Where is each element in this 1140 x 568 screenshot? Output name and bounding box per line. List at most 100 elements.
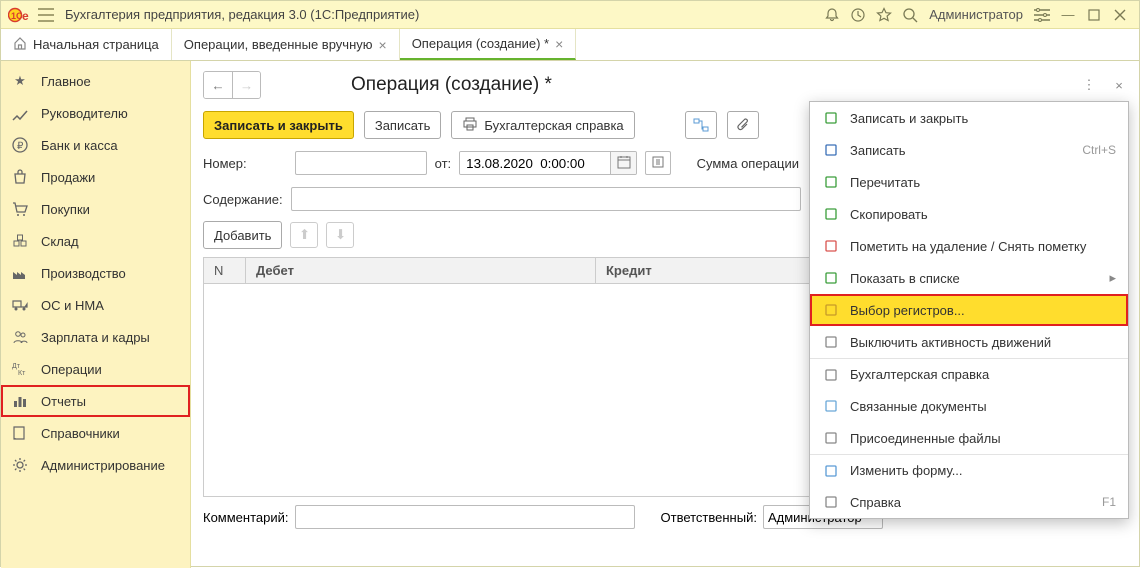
titlebar: е1С Бухгалтерия предприятия, редакция 3.… bbox=[1, 1, 1139, 29]
sum-label: Сумма операции bbox=[697, 156, 799, 171]
book-icon bbox=[11, 424, 29, 442]
date-field-wrap bbox=[459, 151, 637, 175]
print-reference-button[interactable]: Бухгалтерская справка bbox=[451, 111, 634, 139]
sidebar-item-main[interactable]: ★Главное bbox=[1, 65, 190, 97]
maximize-icon[interactable] bbox=[1081, 2, 1107, 28]
save-button[interactable]: Записать bbox=[364, 111, 442, 139]
menu-item-label: Присоединенные файлы bbox=[850, 431, 1001, 446]
settings-icon[interactable] bbox=[1029, 2, 1055, 28]
move-down-button[interactable]: ⬇ bbox=[326, 222, 354, 248]
sidebar-item-bank[interactable]: ₽Банк и касса bbox=[1, 129, 190, 161]
menu-item-icon bbox=[822, 366, 840, 384]
navigation-buttons: ← → bbox=[203, 71, 261, 99]
back-button[interactable]: ← bbox=[204, 72, 232, 98]
truck-icon bbox=[11, 296, 29, 314]
close-window-icon[interactable] bbox=[1107, 2, 1133, 28]
dd-item[interactable]: Присоединенные файлы bbox=[810, 422, 1128, 454]
dd-item[interactable]: Изменить форму... bbox=[810, 454, 1128, 486]
search-icon[interactable] bbox=[897, 2, 923, 28]
col-debit[interactable]: Дебет bbox=[246, 258, 596, 283]
menu-item-label: Показать в списке bbox=[850, 271, 960, 286]
dd-item[interactable]: Бухгалтерская справка bbox=[810, 358, 1128, 390]
forward-button[interactable]: → bbox=[232, 72, 260, 98]
tab-label: Начальная страница bbox=[33, 37, 159, 52]
menu-item-label: Связанные документы bbox=[850, 399, 987, 414]
related-documents-button[interactable] bbox=[685, 111, 717, 139]
sidebar-item-operations[interactable]: ДтКтОперации bbox=[1, 353, 190, 385]
sidebar-item-sales[interactable]: Продажи bbox=[1, 161, 190, 193]
menu-item-icon bbox=[822, 397, 840, 415]
sidebar-item-stock[interactable]: Склад bbox=[1, 225, 190, 257]
save-close-button[interactable]: Записать и закрыть bbox=[203, 111, 354, 139]
sidebar-item-production[interactable]: Производство bbox=[1, 257, 190, 289]
tab-operation-create[interactable]: Операция (создание) * × bbox=[400, 29, 577, 60]
sidebar-item-admin[interactable]: Администрирование bbox=[1, 449, 190, 481]
star-icon[interactable] bbox=[871, 2, 897, 28]
kebab-icon[interactable]: ⋮ bbox=[1079, 75, 1099, 95]
svg-text:Кт: Кт bbox=[18, 370, 26, 377]
sidebar-item-catalogs[interactable]: Справочники bbox=[1, 417, 190, 449]
menu-item-label: Изменить форму... bbox=[850, 463, 963, 478]
attach-button[interactable] bbox=[727, 111, 759, 139]
dd-item[interactable]: Записать и закрыть bbox=[810, 102, 1128, 134]
tab-label: Операции, введенные вручную bbox=[184, 37, 373, 52]
page-title: Операция (создание) * bbox=[351, 74, 552, 96]
menu-item-icon bbox=[822, 237, 840, 255]
sidebar-item-reports[interactable]: Отчеты bbox=[1, 385, 190, 417]
number-input[interactable] bbox=[295, 151, 427, 175]
app-logo: е1С bbox=[7, 5, 33, 25]
tab-label: Операция (создание) * bbox=[412, 36, 549, 51]
content-input[interactable] bbox=[291, 187, 801, 211]
dd-item[interactable]: СправкаF1 bbox=[810, 486, 1128, 518]
sidebar-item-hr[interactable]: Зарплата и кадры bbox=[1, 321, 190, 353]
tab-operations-list[interactable]: Операции, введенные вручную × bbox=[172, 29, 400, 60]
menu-item-icon bbox=[822, 462, 840, 480]
move-up-button[interactable]: ⬆ bbox=[290, 222, 318, 248]
menu-item-icon bbox=[822, 429, 840, 447]
menu-item-icon bbox=[822, 205, 840, 223]
close-page-icon[interactable]: × bbox=[1109, 75, 1129, 95]
dd-item[interactable]: Связанные документы bbox=[810, 390, 1128, 422]
dd-item[interactable]: Выключить активность движений bbox=[810, 326, 1128, 358]
history-icon[interactable] bbox=[845, 2, 871, 28]
bag-icon bbox=[11, 168, 29, 186]
sidebar-item-purchases[interactable]: Покупки bbox=[1, 193, 190, 225]
close-icon[interactable]: × bbox=[555, 36, 563, 52]
printer-icon bbox=[462, 117, 478, 133]
shortcut-label: Ctrl+S bbox=[1082, 143, 1116, 157]
tab-home[interactable]: Начальная страница bbox=[1, 29, 172, 60]
menu-icon[interactable] bbox=[33, 2, 59, 28]
sidebar-item-manager[interactable]: Руководителю bbox=[1, 97, 190, 129]
svg-text:Дт: Дт bbox=[12, 363, 21, 370]
menu-item-icon bbox=[822, 301, 840, 319]
dd-item[interactable]: Показать в списке ▸ bbox=[810, 262, 1128, 294]
org-picker-button[interactable] bbox=[645, 151, 671, 175]
dd-item[interactable]: Записать Ctrl+S bbox=[810, 134, 1128, 166]
date-input[interactable] bbox=[460, 152, 610, 174]
bars-icon bbox=[11, 392, 29, 410]
from-label: от: bbox=[435, 156, 452, 171]
minimize-icon[interactable]: — bbox=[1055, 2, 1081, 28]
dd-item[interactable]: Перечитать bbox=[810, 166, 1128, 198]
app-title: Бухгалтерия предприятия, редакция 3.0 (1… bbox=[65, 7, 419, 22]
menu-item-label: Пометить на удаление / Снять пометку bbox=[850, 239, 1086, 254]
submenu-arrow-icon: ▸ bbox=[1109, 270, 1116, 286]
sidebar-item-assets[interactable]: ОС и НМА bbox=[1, 289, 190, 321]
menu-item-label: Выбор регистров... bbox=[850, 303, 965, 318]
svg-text:₽: ₽ bbox=[17, 141, 24, 152]
comment-input[interactable] bbox=[295, 505, 635, 529]
close-icon[interactable]: × bbox=[379, 37, 387, 53]
dd-item[interactable]: Пометить на удаление / Снять пометку bbox=[810, 230, 1128, 262]
col-n[interactable]: N bbox=[204, 258, 246, 283]
calendar-icon[interactable] bbox=[610, 151, 636, 175]
user-label[interactable]: Администратор bbox=[929, 7, 1023, 22]
gear-icon bbox=[11, 456, 29, 474]
dd-item[interactable]: Скопировать bbox=[810, 198, 1128, 230]
content-label: Содержание: bbox=[203, 192, 283, 207]
bell-icon[interactable] bbox=[819, 2, 845, 28]
menu-item-label: Скопировать bbox=[850, 207, 928, 222]
comment-label: Комментарий: bbox=[203, 510, 289, 525]
add-button[interactable]: Добавить bbox=[203, 221, 282, 249]
menu-item-label: Записать bbox=[850, 143, 906, 158]
dd-item[interactable]: Выбор регистров... bbox=[810, 294, 1128, 326]
